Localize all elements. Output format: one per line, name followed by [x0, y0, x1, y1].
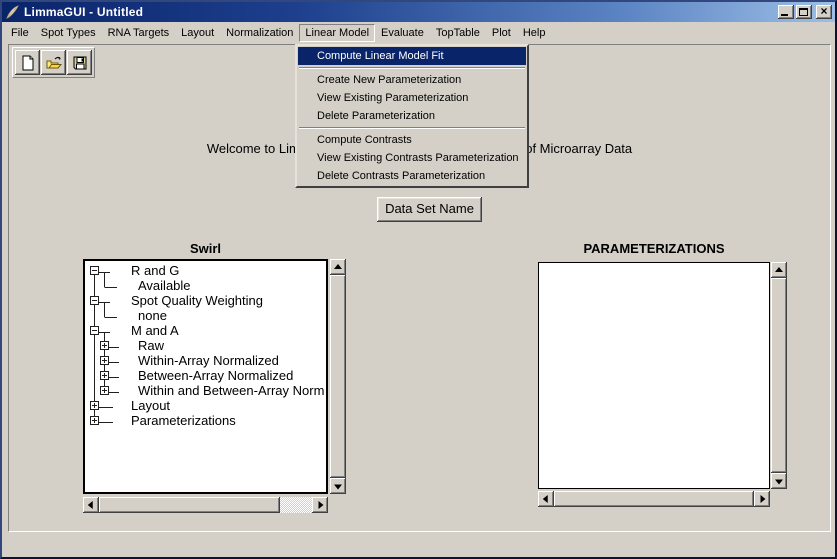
menu-layout[interactable]: Layout — [175, 24, 220, 42]
dataset-tree: R and G Available Spot Quality Weighting… — [85, 261, 326, 492]
left-panel-title: Swirl — [83, 241, 328, 256]
tree-collapse-toggle[interactable] — [90, 296, 99, 305]
tree-item[interactable]: R and G — [85, 263, 326, 278]
tree-expand-toggle[interactable] — [100, 356, 109, 365]
left-vertical-scrollbar[interactable] — [330, 259, 346, 494]
menu-help[interactable]: Help — [517, 24, 552, 42]
save-floppy-icon — [71, 54, 89, 72]
scroll-up-button[interactable] — [771, 262, 787, 278]
linear-model-dropdown-menu: Compute Linear Model Fit Create New Para… — [295, 44, 529, 188]
arrow-down-icon — [334, 485, 342, 490]
tree-item[interactable]: M and A — [85, 323, 326, 338]
menu-file[interactable]: File — [5, 24, 35, 42]
maximize-icon — [799, 8, 808, 16]
tree-item[interactable]: Spot Quality Weighting — [85, 293, 326, 308]
right-panel-title: PARAMETERIZATIONS — [538, 241, 770, 256]
app-window: LimmaGUI - Untitled × File Spot Types RN… — [0, 0, 837, 559]
dataset-tree-listbox[interactable]: R and G Available Spot Quality Weighting… — [83, 259, 328, 494]
minimize-icon — [781, 14, 788, 16]
menu-item-delete-parameterization[interactable]: Delete Parameterization — [298, 107, 526, 125]
toolbar — [12, 47, 95, 78]
scroll-up-button[interactable] — [330, 259, 346, 275]
left-horizontal-scrollbar[interactable] — [83, 497, 328, 513]
arrow-left-icon — [88, 501, 93, 509]
menu-normalization[interactable]: Normalization — [220, 24, 299, 42]
menu-item-delete-contrasts-parameterization[interactable]: Delete Contrasts Parameterization — [298, 167, 526, 185]
parameterizations-listbox[interactable] — [538, 262, 770, 489]
tree-item[interactable]: Within and Between-Array Norm — [85, 383, 326, 398]
open-folder-icon — [45, 54, 63, 72]
arrow-up-icon — [334, 264, 342, 269]
scroll-track[interactable] — [280, 497, 312, 513]
arrow-right-icon — [761, 495, 766, 503]
tree-expand-toggle[interactable] — [100, 386, 109, 395]
tree-collapse-toggle[interactable] — [90, 326, 99, 335]
save-file-button[interactable] — [67, 50, 92, 75]
new-file-button[interactable] — [15, 50, 40, 75]
tree-item[interactable]: Available — [85, 278, 326, 293]
tree-item[interactable]: Layout — [85, 398, 326, 413]
data-set-name-button[interactable]: Data Set Name — [377, 197, 482, 222]
close-button[interactable]: × — [816, 5, 832, 19]
menu-separator — [299, 67, 525, 69]
arrow-right-icon — [319, 501, 324, 509]
scroll-left-button[interactable] — [538, 491, 554, 507]
tree-item[interactable]: none — [85, 308, 326, 323]
scroll-down-button[interactable] — [330, 478, 346, 494]
arrow-left-icon — [543, 495, 548, 503]
menu-item-view-existing-parameterization[interactable]: View Existing Parameterization — [298, 89, 526, 107]
menu-separator — [299, 127, 525, 129]
menu-rna-targets[interactable]: RNA Targets — [102, 24, 176, 42]
menu-toptable[interactable]: TopTable — [430, 24, 486, 42]
arrow-down-icon — [775, 480, 783, 485]
tree-item[interactable]: Raw — [85, 338, 326, 353]
scroll-left-button[interactable] — [83, 497, 99, 513]
scroll-right-button[interactable] — [312, 497, 328, 513]
app-feather-icon — [5, 5, 20, 20]
open-file-button[interactable] — [41, 50, 66, 75]
new-document-icon — [19, 54, 37, 72]
minimize-button[interactable] — [778, 5, 794, 19]
menu-item-create-new-parameterization[interactable]: Create New Parameterization — [298, 71, 526, 89]
titlebar[interactable]: LimmaGUI - Untitled × — [2, 2, 835, 22]
arrow-up-icon — [775, 267, 783, 272]
scroll-thumb[interactable] — [99, 497, 280, 513]
tree-item[interactable]: Parameterizations — [85, 413, 326, 428]
menu-item-compute-linear-model-fit[interactable]: Compute Linear Model Fit — [298, 47, 526, 65]
tree-item[interactable]: Within-Array Normalized — [85, 353, 326, 368]
menu-linear-model[interactable]: Linear Model — [299, 24, 375, 42]
scroll-thumb[interactable] — [771, 278, 787, 473]
window-title: LimmaGUI - Untitled — [24, 5, 776, 19]
close-icon: × — [816, 4, 832, 18]
menu-plot[interactable]: Plot — [486, 24, 517, 42]
tree-expand-toggle[interactable] — [100, 341, 109, 350]
menu-spot-types[interactable]: Spot Types — [35, 24, 102, 42]
tree-item[interactable]: Between-Array Normalized — [85, 368, 326, 383]
tree-expand-toggle[interactable] — [90, 416, 99, 425]
scroll-thumb[interactable] — [554, 491, 754, 507]
maximize-button[interactable] — [796, 5, 812, 19]
scroll-thumb[interactable] — [330, 275, 346, 478]
menu-item-compute-contrasts[interactable]: Compute Contrasts — [298, 131, 526, 149]
scroll-down-button[interactable] — [771, 473, 787, 489]
right-vertical-scrollbar[interactable] — [771, 262, 787, 489]
menubar: File Spot Types RNA Targets Layout Norma… — [2, 22, 835, 44]
scroll-right-button[interactable] — [754, 491, 770, 507]
menu-evaluate[interactable]: Evaluate — [375, 24, 430, 42]
tree-expand-toggle[interactable] — [90, 401, 99, 410]
tree-collapse-toggle[interactable] — [90, 266, 99, 275]
menu-item-view-existing-contrasts-parameterization[interactable]: View Existing Contrasts Parameterization — [298, 149, 526, 167]
tree-expand-toggle[interactable] — [100, 371, 109, 380]
right-horizontal-scrollbar[interactable] — [538, 491, 770, 507]
